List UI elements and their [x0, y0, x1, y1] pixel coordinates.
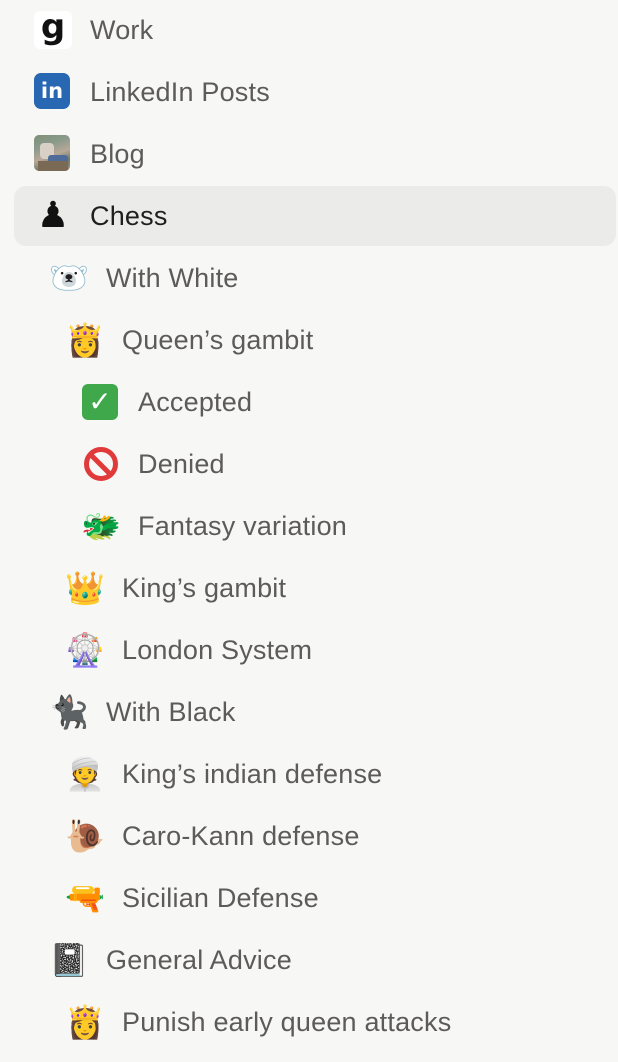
sidebar-item-work[interactable]: g Work [14, 0, 616, 60]
g-logo-icon: g [34, 10, 72, 49]
sidebar-item-accepted[interactable]: ✓ Accepted [14, 372, 616, 432]
sidebar-item-with-black[interactable]: 🐈‍⬛ With Black [14, 682, 616, 742]
snail-icon: 🐌 [65, 817, 105, 855]
sidebar-item-kings-gambit[interactable]: 👑 King’s gambit [14, 558, 616, 618]
princess-icon: 👸 [65, 1003, 105, 1041]
sidebar-item-label: With White [106, 262, 239, 293]
sidebar-item-queens-gambit[interactable]: 👸 Queen’s gambit [14, 310, 616, 370]
polar-bear-icon: 🐻‍❄️ [49, 259, 89, 297]
sidebar-item-label: Chess [90, 200, 168, 231]
person-turban-icon: 👳 [65, 755, 105, 793]
sidebar-item-general-advice[interactable]: 📓 General Advice [14, 930, 616, 990]
no-entry-icon [84, 447, 118, 481]
water-pistol-icon: 🔫 [65, 879, 105, 917]
sidebar-item-label: LinkedIn Posts [90, 76, 270, 107]
dragon-face-icon: 🐲 [81, 507, 121, 545]
sidebar-item-label: Work [90, 14, 154, 45]
sidebar-item-blog[interactable]: Blog [14, 124, 616, 184]
sidebar-item-label: Accepted [138, 386, 253, 417]
sidebar-item-denied[interactable]: Denied [14, 434, 616, 494]
sidebar-item-label: Punish early queen attacks [122, 1006, 452, 1037]
notebook-icon: 📓 [49, 941, 89, 979]
sidebar-item-label: Blog [90, 138, 145, 169]
sidebar-item-with-white[interactable]: 🐻‍❄️ With White [14, 248, 616, 308]
sidebar: g Work in LinkedIn Posts Blog ♟ Chess 🐻‍… [0, 0, 618, 1062]
black-cat-icon: 🐈‍⬛ [49, 693, 89, 731]
princess-icon: 👸 [65, 321, 105, 359]
sidebar-item-punish-early-queen-attacks[interactable]: 👸 Punish early queen attacks [14, 992, 616, 1052]
ferris-wheel-icon: 🎡 [65, 631, 105, 669]
sidebar-item-label: Fantasy variation [138, 510, 347, 541]
check-mark-icon: ✓ [82, 384, 118, 420]
sidebar-item-sicilian-defense[interactable]: 🔫 Sicilian Defense [14, 868, 616, 928]
sidebar-item-caro-kann-defense[interactable]: 🐌 Caro-Kann defense [14, 806, 616, 866]
sidebar-item-linkedin-posts[interactable]: in LinkedIn Posts [14, 62, 616, 122]
sidebar-item-london-system[interactable]: 🎡 London System [14, 620, 616, 680]
linkedin-icon: in [34, 73, 70, 109]
sidebar-item-kings-indian-defense[interactable]: 👳 King’s indian defense [14, 744, 616, 804]
sidebar-item-label: Caro-Kann defense [122, 820, 360, 851]
crown-icon: 👑 [65, 569, 105, 607]
sidebar-item-chess[interactable]: ♟ Chess [14, 186, 616, 246]
sidebar-item-label: Sicilian Defense [122, 882, 319, 913]
sidebar-item-label: London System [122, 634, 313, 665]
sidebar-item-label: With Black [106, 696, 236, 727]
sidebar-item-label: General Advice [106, 944, 292, 975]
sidebar-item-label: Denied [138, 448, 225, 479]
chess-pawn-icon: ♟ [36, 195, 70, 236]
sidebar-item-label: King’s indian defense [122, 758, 383, 789]
sidebar-item-label: Queen’s gambit [122, 324, 314, 355]
sidebar-item-label: King’s gambit [122, 572, 287, 603]
photo-thumbnail-icon [34, 135, 70, 171]
sidebar-item-fantasy-variation[interactable]: 🐲 Fantasy variation [14, 496, 616, 556]
